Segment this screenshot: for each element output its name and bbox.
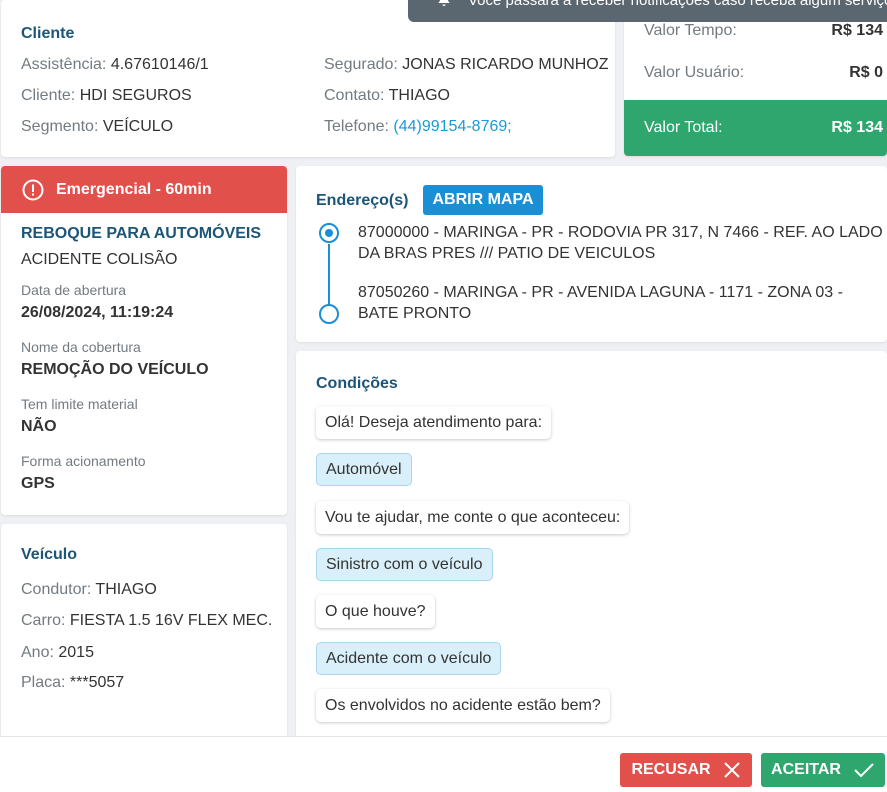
- aceitar-label: ACEITAR: [771, 761, 841, 778]
- endereco-origem: 87000000 - MARINGA - PR - RODOVIA PR 317…: [358, 224, 883, 262]
- check-icon: [854, 763, 874, 778]
- assistencia-row: Assistência: 4.67610146/1: [21, 56, 209, 73]
- cobertura-value: REMOÇÃO DO VEÍCULO: [21, 361, 209, 378]
- footer-bar: RECUSAR ACEITAR: [0, 736, 887, 792]
- chat-question: O que houve?: [316, 595, 435, 628]
- data-abertura-label: Data de abertura: [21, 282, 127, 298]
- endereco-card: Endereço(s) ABRIR MAPA 87000000 - MARING…: [296, 166, 887, 342]
- condutor-value: THIAGO: [95, 581, 157, 598]
- valor-tempo: R$ 134: [831, 22, 883, 39]
- emergencia-label: Emergencial - 60min: [56, 180, 212, 198]
- placa-row: Placa: ***5057: [21, 674, 125, 691]
- segmento-row: Segmento: VEÍCULO: [21, 118, 174, 135]
- close-icon: [723, 762, 740, 778]
- segmento-value: VEÍCULO: [102, 118, 174, 135]
- toast-text: Você passará a receber notificações caso…: [468, 0, 887, 9]
- bell-icon: [438, 0, 450, 6]
- origin-marker-icon: [319, 223, 339, 243]
- segurado-row: Segurado: JONAS RICARDO MUNHOZ: [324, 56, 609, 73]
- cliente-title: Cliente: [21, 25, 75, 42]
- recusar-label: RECUSAR: [631, 761, 711, 778]
- servico-subtitle: ACIDENTE COLISÃO: [21, 251, 178, 268]
- chat-answer: Acidente com o veículo: [316, 642, 502, 675]
- servico-card: Emergencial - 60min REBOQUE PARA AUTOMÓV…: [1, 166, 287, 515]
- notification-toast: Você passará a receber notificações caso…: [408, 0, 887, 22]
- endereco-title: Endereço(s): [316, 192, 409, 209]
- telefone-link[interactable]: (44)99154-8769;: [393, 118, 511, 135]
- chat-question: Olá! Deseja atendimento para:: [316, 406, 552, 439]
- limite-material-label: Tem limite material: [21, 396, 138, 412]
- endereco-destino: 87050260 - MARINGA - PR - AVENIDA LAGUNA…: [358, 284, 843, 322]
- forma-acionamento-label: Forma acionamento: [21, 453, 146, 469]
- chat-answer: Automóvel: [316, 453, 412, 486]
- servico-title: REBOQUE PARA AUTOMÓVEIS: [21, 225, 262, 242]
- ano-value: 2015: [58, 644, 94, 661]
- recusar-button[interactable]: RECUSAR: [620, 753, 752, 787]
- contato-row: Contato: THIAGO: [324, 87, 450, 104]
- cliente-row: Cliente: HDI SEGUROS: [21, 87, 192, 104]
- carro-value: FIESTA 1.5 16V FLEX MEC.: [69, 612, 273, 629]
- telefone-row: Telefone: (44)99154-8769;: [324, 118, 512, 135]
- forma-acionamento-value: GPS: [21, 475, 55, 492]
- assistencia-value: 4.67610146/1: [110, 56, 209, 73]
- destination-marker-icon: [319, 304, 339, 324]
- cliente-card: Cliente Assistência: 4.67610146/1 Client…: [1, 0, 615, 157]
- emergencia-banner: Emergencial - 60min: [1, 166, 287, 213]
- valor-total: R$ 134: [831, 119, 883, 136]
- condicoes-card: Condições Olá! Deseja atendimento para: …: [296, 351, 887, 792]
- segurado-value: JONAS RICARDO MUNHOZ: [402, 56, 609, 73]
- valor-total-row: Valor Total: R$ 134: [644, 119, 883, 136]
- chat-question: Vou te ajudar, me conte o que aconteceu:: [316, 501, 630, 534]
- chat-answer: Sinistro com o veículo: [316, 548, 493, 581]
- data-abertura-value: 26/08/2024, 11:19:24: [21, 304, 174, 321]
- veiculo-title: Veículo: [21, 546, 78, 563]
- aceitar-button[interactable]: ACEITAR: [761, 753, 885, 787]
- placa-value: ***5057: [69, 674, 125, 691]
- cobertura-label: Nome da cobertura: [21, 339, 141, 355]
- limite-material-value: NÃO: [21, 418, 57, 435]
- valor-usuario: R$ 0: [849, 64, 883, 81]
- chat-question: Os envolvidos no acidente estão bem?: [316, 689, 610, 722]
- ano-row: Ano: 2015: [21, 644, 94, 661]
- valores-card: Valor Tempo: R$ 134 Valor Usuário: R$ 0 …: [624, 0, 887, 156]
- valor-usuario-row: Valor Usuário: R$ 0: [644, 64, 883, 81]
- valor-tempo-row: Valor Tempo: R$ 134: [644, 22, 883, 39]
- condicoes-title: Condições: [316, 375, 398, 392]
- cliente-value: HDI SEGUROS: [79, 87, 192, 104]
- alert-circle-icon: [22, 179, 44, 200]
- valor-total-bar: Valor Total: R$ 134: [624, 100, 887, 156]
- route-line: [328, 244, 330, 308]
- contato-value: THIAGO: [388, 87, 450, 104]
- carro-row: Carro: FIESTA 1.5 16V FLEX MEC.: [21, 612, 273, 629]
- abrir-mapa-button[interactable]: ABRIR MAPA: [423, 185, 543, 215]
- condutor-row: Condutor: THIAGO: [21, 581, 157, 598]
